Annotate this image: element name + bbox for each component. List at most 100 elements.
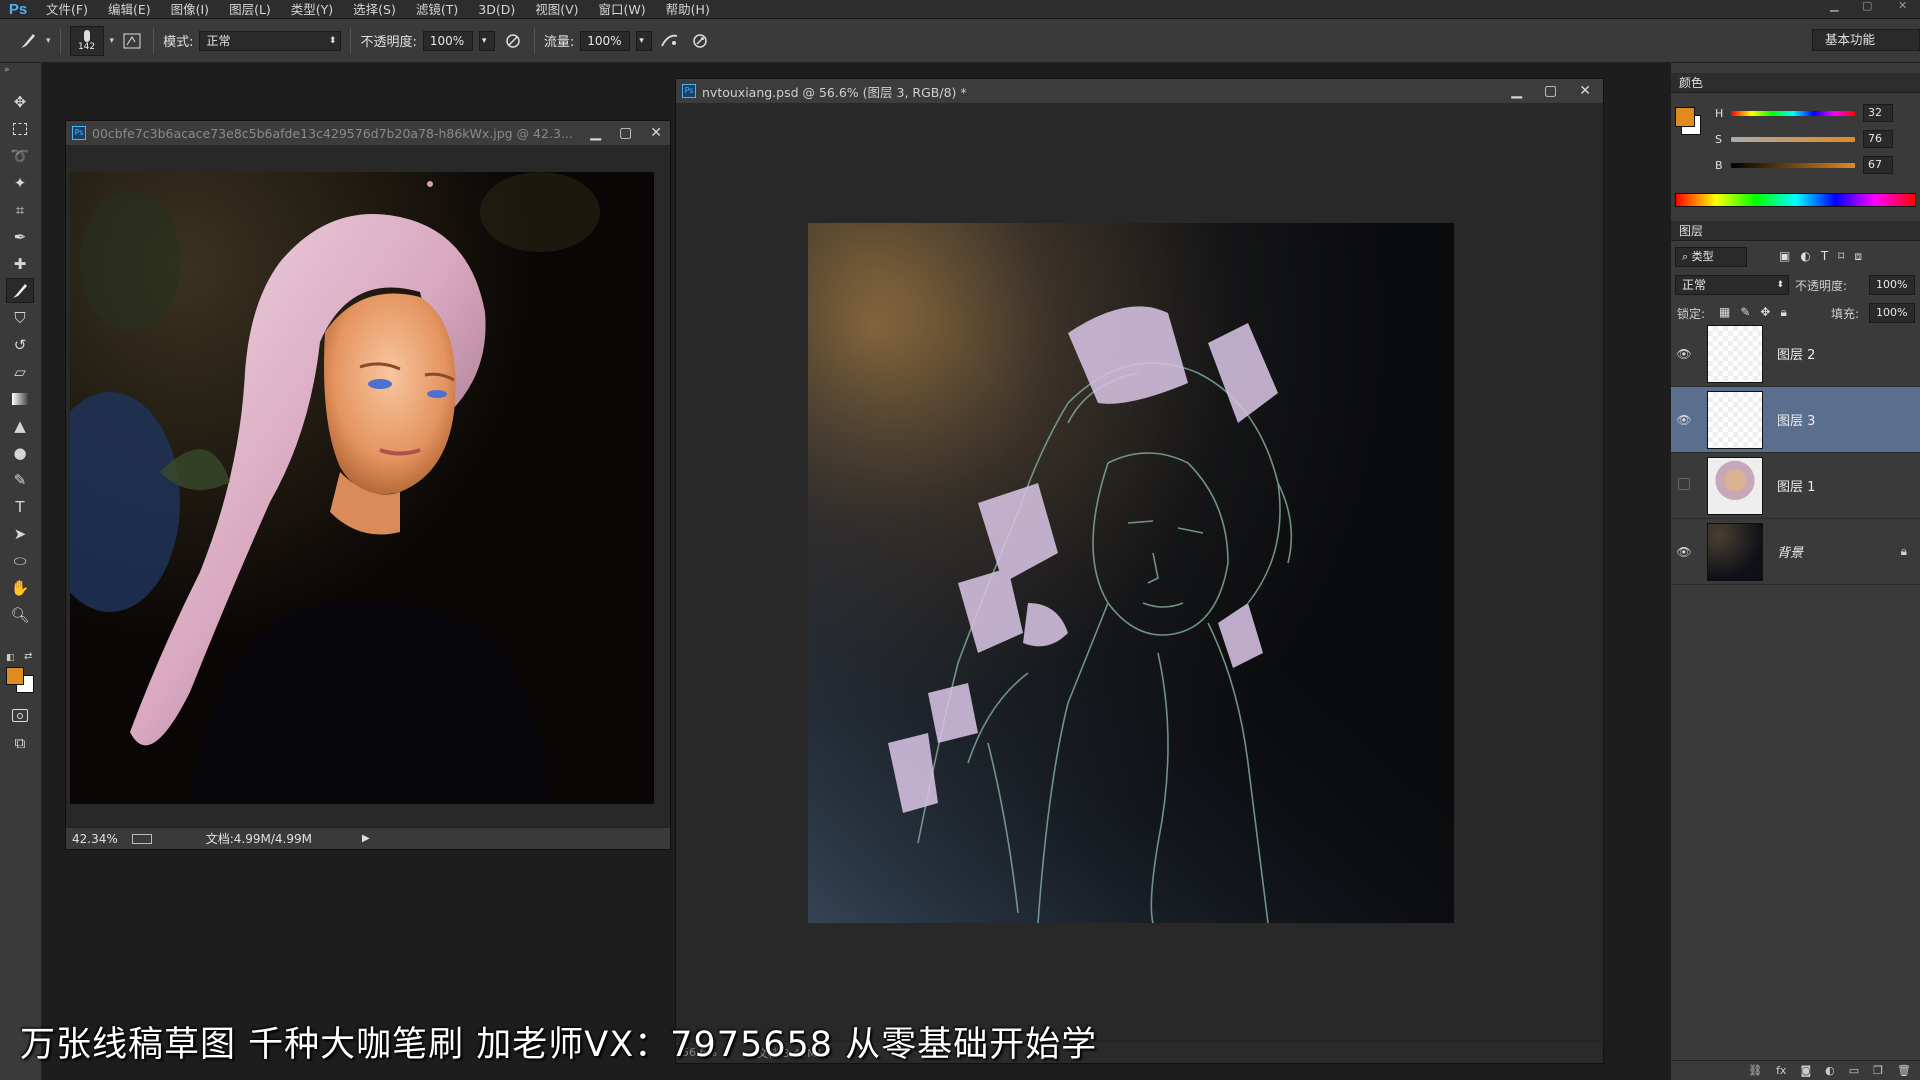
- artwork-canvas[interactable]: [808, 223, 1454, 923]
- fill-input[interactable]: 100%: [1869, 303, 1915, 323]
- saturation-track[interactable]: [1731, 136, 1855, 142]
- flow-input[interactable]: 100%: [580, 30, 631, 51]
- gradient-tool-icon[interactable]: [6, 386, 34, 411]
- brush-tool-icon[interactable]: [16, 29, 40, 53]
- layer-row[interactable]: 👁︎ 图层 2: [1671, 321, 1920, 387]
- eyedropper-tool-icon[interactable]: ✒: [6, 224, 34, 249]
- default-colors-icon[interactable]: ◧: [6, 653, 15, 663]
- visibility-eye-icon[interactable]: 👁︎: [1671, 545, 1697, 559]
- blend-mode-select[interactable]: 正常 ⬍: [1675, 275, 1789, 295]
- status-toggle-icon[interactable]: [131, 833, 152, 844]
- menu-type[interactable]: 类型(Y): [281, 0, 343, 19]
- history-brush-tool-icon[interactable]: ↺: [6, 332, 34, 357]
- layer-style-icon[interactable]: fx: [1776, 1064, 1786, 1077]
- filter-pixel-icon[interactable]: ▣: [1779, 249, 1790, 264]
- type-tool-icon[interactable]: T: [6, 494, 34, 519]
- preset-dropdown-arrow-icon[interactable]: ▾: [46, 36, 51, 46]
- color-panel-tab[interactable]: 颜色: [1671, 73, 1920, 93]
- pressure-opacity-icon[interactable]: [501, 29, 525, 53]
- minimize-icon[interactable]: ▁: [590, 125, 601, 141]
- hue-track[interactable]: [1731, 110, 1855, 116]
- visibility-eye-icon[interactable]: 👁︎: [1671, 347, 1697, 361]
- crop-tool-icon[interactable]: ⌗: [6, 197, 34, 222]
- brightness-slider[interactable]: B 67: [1715, 155, 1915, 175]
- screen-mode-icon[interactable]: ⧉: [6, 730, 34, 755]
- saturation-slider[interactable]: S 76: [1715, 129, 1915, 149]
- blur-tool-icon[interactable]: ▲: [6, 413, 34, 438]
- brush-tool-icon[interactable]: [6, 278, 34, 303]
- flow-dropdown-icon[interactable]: ▾: [636, 30, 653, 51]
- menu-filter[interactable]: 滤镜(T): [406, 0, 468, 19]
- visibility-eye-icon[interactable]: 👁︎: [1671, 413, 1697, 427]
- reference-photo[interactable]: [70, 172, 654, 804]
- foreground-color-swatch[interactable]: [6, 667, 24, 685]
- pressure-size-icon[interactable]: [688, 29, 712, 53]
- layer-row[interactable]: 👁︎ 背景 🔒︎: [1671, 519, 1920, 585]
- adjustment-layer-icon[interactable]: ◐: [1825, 1064, 1835, 1077]
- pen-tool-icon[interactable]: ✎: [6, 467, 34, 492]
- filter-adjustment-icon[interactable]: ◐: [1800, 249, 1810, 264]
- magic-wand-tool-icon[interactable]: ✦: [6, 170, 34, 195]
- brightness-track[interactable]: [1731, 162, 1855, 168]
- visibility-off-box[interactable]: [1671, 478, 1697, 493]
- minimize-app-icon[interactable]: ▁: [1830, 0, 1838, 12]
- lock-all-icon[interactable]: 🔒︎: [1780, 305, 1786, 320]
- layer-row[interactable]: 👁︎ 图层 3: [1671, 387, 1920, 453]
- main-document-titlebar[interactable]: Ps nvtouxiang.psd @ 56.6% (图层 3, RGB/8) …: [676, 79, 1603, 103]
- lock-pixels-icon[interactable]: ✎: [1740, 305, 1750, 320]
- color-panel-foreground-swatch[interactable]: [1675, 107, 1695, 127]
- dodge-tool-icon[interactable]: ●: [6, 440, 34, 465]
- menu-image[interactable]: 图像(I): [161, 0, 219, 19]
- eraser-tool-icon[interactable]: ▱: [6, 359, 34, 384]
- saturation-value[interactable]: 76: [1863, 130, 1893, 148]
- reference-document-titlebar[interactable]: Ps 00cbfe7c3b6acace73e8c5b6afde13c429576…: [66, 121, 670, 145]
- layer-filter-select[interactable]: ⌕ 类型: [1675, 247, 1747, 267]
- zoom-tool-icon[interactable]: 🔍︎: [6, 602, 34, 627]
- layer-opacity-input[interactable]: 100%: [1869, 275, 1915, 295]
- close-icon[interactable]: ✕: [650, 125, 662, 141]
- hue-slider[interactable]: H 32: [1715, 103, 1915, 123]
- opacity-input[interactable]: 100%: [422, 30, 473, 51]
- menu-3d[interactable]: 3D(D): [468, 0, 525, 19]
- minimize-icon[interactable]: ▁: [1511, 83, 1522, 99]
- brush-preset-picker[interactable]: 142: [69, 25, 104, 56]
- maximize-icon[interactable]: ▢: [619, 125, 632, 141]
- hand-tool-icon[interactable]: ✋: [6, 575, 34, 600]
- add-mask-icon[interactable]: ◙: [1800, 1064, 1811, 1077]
- new-layer-icon[interactable]: ❐: [1873, 1064, 1883, 1077]
- close-app-icon[interactable]: ✕: [1898, 0, 1907, 12]
- close-icon[interactable]: ✕: [1579, 83, 1591, 99]
- brush-preset-arrow-icon[interactable]: ▾: [110, 36, 115, 46]
- marquee-tool-icon[interactable]: [6, 116, 34, 141]
- new-group-icon[interactable]: ▭: [1849, 1064, 1859, 1077]
- delete-layer-icon[interactable]: 🗑︎: [1897, 1064, 1911, 1077]
- maximize-icon[interactable]: ▢: [1544, 83, 1557, 99]
- link-layers-icon[interactable]: ⛓: [1748, 1064, 1762, 1077]
- maximize-app-icon[interactable]: ▢: [1862, 0, 1872, 12]
- mode-select[interactable]: 正常 ⬍: [199, 30, 342, 51]
- menu-layer[interactable]: 图层(L): [219, 0, 281, 19]
- airbrush-icon[interactable]: [658, 29, 682, 53]
- lock-position-icon[interactable]: ✥: [1760, 305, 1770, 320]
- move-tool-icon[interactable]: ✥: [6, 89, 34, 114]
- lasso-tool-icon[interactable]: ➰: [6, 143, 34, 168]
- color-spectrum-ramp[interactable]: [1675, 193, 1916, 207]
- brush-panel-toggle-icon[interactable]: [120, 29, 144, 53]
- menu-select[interactable]: 选择(S): [343, 0, 406, 19]
- healing-brush-tool-icon[interactable]: ✚: [6, 251, 34, 276]
- layer-row[interactable]: 图层 1: [1671, 453, 1920, 519]
- hue-value[interactable]: 32: [1863, 104, 1893, 122]
- menu-edit[interactable]: 编辑(E): [98, 0, 161, 19]
- swap-colors-icon[interactable]: ⇄: [24, 651, 32, 662]
- menu-window[interactable]: 窗口(W): [589, 0, 656, 19]
- zoom-level[interactable]: 42.34%: [72, 832, 118, 846]
- menu-view[interactable]: 视图(V): [525, 0, 588, 19]
- layers-panel-tab[interactable]: 图层: [1671, 221, 1920, 241]
- collapse-toolbox-icon[interactable]: »: [4, 65, 10, 75]
- brightness-value[interactable]: 67: [1863, 156, 1893, 174]
- status-menu-arrow-icon[interactable]: ▶: [362, 833, 370, 844]
- menu-help[interactable]: 帮助(H): [656, 0, 720, 19]
- menu-file[interactable]: 文件(F): [36, 0, 98, 19]
- filter-shape-icon[interactable]: ⌑: [1838, 249, 1844, 264]
- quick-mask-icon[interactable]: [6, 703, 34, 728]
